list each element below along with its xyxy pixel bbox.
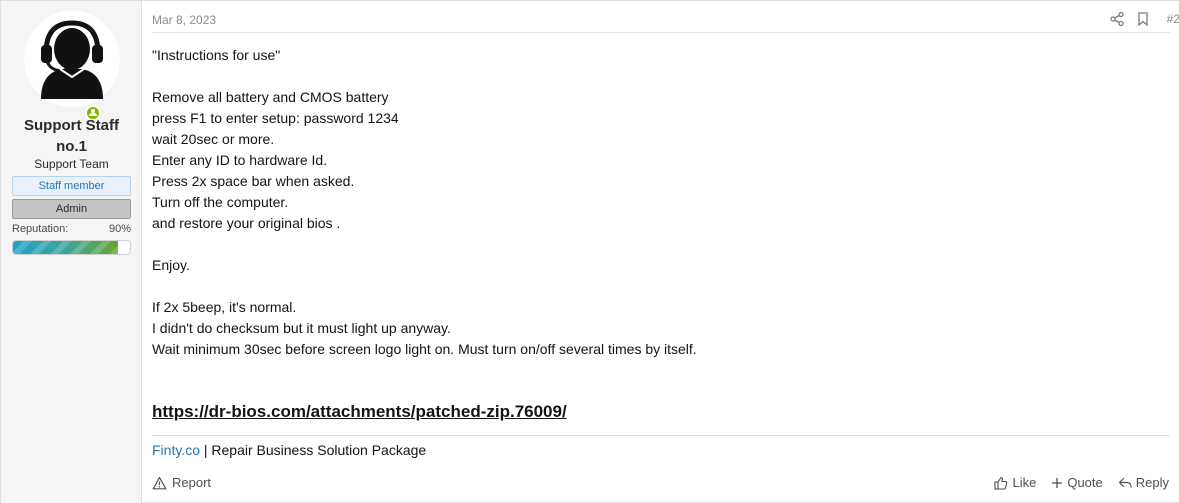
post-header: Mar 8, 2023 #2	[152, 1, 1179, 33]
avatar[interactable]	[24, 11, 120, 121]
bookmark-icon[interactable]	[1135, 11, 1151, 27]
signature: Finty.co | Repair Business Solution Pack…	[152, 441, 426, 459]
post-date[interactable]: Mar 8, 2023	[152, 13, 216, 27]
plus-icon	[1052, 477, 1063, 488]
like-button[interactable]: Like	[994, 475, 1036, 490]
like-label: Like	[1012, 475, 1037, 490]
staff-member-badge: Staff member	[12, 176, 131, 196]
post-line: Enter any ID to hardware Id.	[152, 152, 328, 168]
post-line: If 2x 5beep, it's normal.	[152, 299, 297, 315]
thumbs-up-icon	[994, 476, 1008, 490]
post-footer: Report Like Quote Reply	[152, 475, 1179, 493]
user-column: Support Staff no.1 Support Team Staff me…	[1, 1, 142, 503]
admin-badge: Admin	[12, 199, 131, 219]
footer-actions: Like Quote Reply	[994, 475, 1169, 490]
signature-link[interactable]: Finty.co	[152, 442, 200, 458]
warning-icon	[152, 476, 167, 489]
post-body: "Instructions for use" Remove all battery…	[152, 45, 1152, 360]
reputation-bar-fill	[13, 241, 119, 254]
post-main: Mar 8, 2023 #2 "Instructions for use" Rem…	[142, 1, 1179, 503]
reply-button[interactable]: Reply	[1118, 475, 1169, 490]
reputation-value: 90%	[108, 223, 131, 235]
report-button[interactable]: Report	[152, 475, 211, 490]
signature-separator: |	[199, 442, 212, 458]
support-headset-person-icon	[24, 11, 120, 107]
username[interactable]: Support Staff no.1	[1, 115, 142, 157]
signature-text: Repair Business Solution Package	[211, 442, 427, 458]
quote-button[interactable]: Quote	[1051, 475, 1103, 490]
post-line: "Instructions for use"	[152, 47, 281, 63]
user-title: Support Team	[34, 157, 109, 171]
post-line: press F1 to enter setup: password 1234	[152, 110, 399, 126]
post-number[interactable]: #2	[1167, 12, 1179, 26]
forum-post: Support Staff no.1 Support Team Staff me…	[0, 0, 1179, 503]
reply-label: Reply	[1135, 475, 1169, 490]
post-line: Turn off the computer.	[152, 194, 289, 210]
report-label: Report	[172, 475, 212, 490]
post-line: Remove all battery and CMOS battery	[152, 89, 389, 105]
post-line: I didn't do checksum but it must light u…	[152, 320, 451, 336]
post-line: Press 2x space bar when asked.	[152, 173, 355, 189]
quote-label: Quote	[1067, 475, 1103, 490]
reply-arrow-icon	[1118, 477, 1132, 488]
attachment-link[interactable]: https://dr-bios.com/attachments/patched-…	[152, 402, 567, 422]
reputation-bar	[12, 240, 131, 255]
reputation-label: Reputation:	[12, 223, 69, 235]
post-line: wait 20sec or more.	[152, 131, 275, 147]
post-line: and restore your original bios .	[152, 215, 341, 231]
share-icon[interactable]	[1109, 11, 1125, 27]
post-line: Enjoy.	[152, 257, 190, 273]
post-line: Wait minimum 30sec before screen logo li…	[152, 341, 697, 357]
signature-divider	[152, 435, 1170, 436]
